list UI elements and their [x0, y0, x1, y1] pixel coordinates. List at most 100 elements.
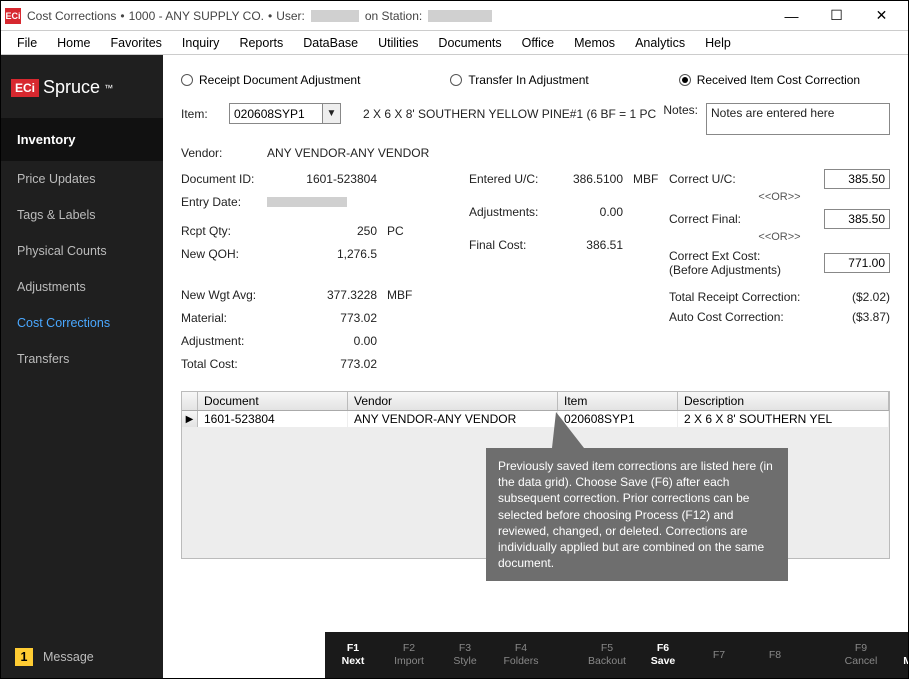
- fkey-f4-folders[interactable]: F4Folders: [493, 642, 549, 667]
- correct-ext-label: Correct Ext Cost: (Before Adjustments): [669, 249, 814, 277]
- entry-date-label: Entry Date:: [181, 195, 267, 209]
- sidebar-item-price-updates[interactable]: Price Updates: [1, 161, 163, 197]
- radio-label: Transfer In Adjustment: [468, 73, 588, 87]
- menu-inquiry[interactable]: Inquiry: [172, 33, 230, 53]
- correct-ext-input[interactable]: [824, 253, 890, 273]
- chevron-down-icon[interactable]: ▼: [322, 104, 340, 123]
- auto-cost-value: ($3.87): [852, 310, 890, 324]
- sidebar-item-tags-labels[interactable]: Tags & Labels: [1, 197, 163, 233]
- item-label: Item:: [181, 107, 221, 121]
- sidebar-item-transfers[interactable]: Transfers: [1, 341, 163, 377]
- menu-home[interactable]: Home: [47, 33, 100, 53]
- fkey-f6-save[interactable]: F6Save: [635, 642, 691, 667]
- radio-received-item-cost[interactable]: Received Item Cost Correction: [679, 73, 860, 87]
- correct-uc-input[interactable]: [824, 169, 890, 189]
- radio-receipt-doc-adj[interactable]: Receipt Document Adjustment: [181, 73, 360, 87]
- new-wgt-value: 377.3228: [267, 288, 377, 302]
- col-document[interactable]: Document: [198, 392, 348, 410]
- app-window: ECi Cost Corrections • 1000 - ANY SUPPLY…: [0, 0, 909, 679]
- menu-memos[interactable]: Memos: [564, 33, 625, 53]
- menu-help[interactable]: Help: [695, 33, 741, 53]
- menu-favorites[interactable]: Favorites: [101, 33, 172, 53]
- adjustments-value: 0.00: [559, 205, 623, 219]
- adjustment-type-radios: Receipt Document Adjustment Transfer In …: [163, 55, 908, 97]
- message-label: Message: [43, 650, 94, 664]
- title-seg-company: 1000 - ANY SUPPLY CO.: [129, 9, 264, 23]
- menu-documents[interactable]: Documents: [428, 33, 511, 53]
- sidebar-item-adjustments[interactable]: Adjustments: [1, 269, 163, 305]
- final-cost-label: Final Cost:: [469, 238, 559, 252]
- sidebar-item-cost-corrections[interactable]: Cost Corrections: [1, 305, 163, 341]
- table-row[interactable]: ▶ 1601-523804 ANY VENDOR-ANY VENDOR 0206…: [182, 411, 889, 427]
- cell-description: 2 X 6 X 8' SOUTHERN YEL: [678, 411, 889, 427]
- menu-utilities[interactable]: Utilities: [368, 33, 428, 53]
- cell-vendor: ANY VENDOR-ANY VENDOR: [348, 411, 558, 427]
- minimize-button[interactable]: —: [769, 2, 814, 30]
- notes-label: Notes:: [663, 103, 698, 117]
- redacted-station: [428, 10, 492, 22]
- fkey-f7[interactable]: F7: [691, 649, 747, 662]
- radio-icon: [181, 74, 193, 86]
- redacted-user: [311, 10, 359, 22]
- new-qoh-label: New QOH:: [181, 247, 267, 261]
- window-controls: — ☐ ✕: [769, 2, 904, 30]
- brand: ECi Spruce ™: [1, 55, 163, 118]
- entered-uc-label: Entered U/C:: [469, 172, 559, 186]
- radio-label: Receipt Document Adjustment: [199, 73, 360, 87]
- col-vendor[interactable]: Vendor: [348, 392, 558, 410]
- title-seg-user-label: User:: [276, 9, 305, 23]
- item-description: 2 X 6 X 8' SOUTHERN YELLOW PINE#1 (6 BF …: [363, 107, 656, 121]
- radio-icon: [679, 74, 691, 86]
- total-receipt-label: Total Receipt Correction:: [669, 290, 800, 304]
- titlebar: ECi Cost Corrections • 1000 - ANY SUPPLY…: [1, 1, 908, 31]
- material-value: 773.02: [267, 311, 377, 325]
- col-item[interactable]: Item: [558, 392, 678, 410]
- menu-analytics[interactable]: Analytics: [625, 33, 695, 53]
- window-title: Cost Corrections • 1000 - ANY SUPPLY CO.…: [27, 9, 769, 23]
- title-seg-app: Cost Corrections: [27, 9, 116, 23]
- new-wgt-label: New Wgt Avg:: [181, 288, 267, 302]
- message-badge: 1: [15, 648, 33, 666]
- total-cost-value: 773.02: [267, 357, 377, 371]
- brand-name: Spruce: [43, 77, 100, 98]
- fkey-f8[interactable]: F8: [747, 649, 803, 662]
- adjustment-value: 0.00: [267, 334, 377, 348]
- fkey-f9-cancel[interactable]: F9Cancel: [833, 642, 889, 667]
- adjustment-label: Adjustment:: [181, 334, 267, 348]
- correct-ext-sub: (Before Adjustments): [669, 263, 781, 277]
- close-button[interactable]: ✕: [859, 2, 904, 30]
- auto-cost-label: Auto Cost Correction:: [669, 310, 784, 324]
- col-description[interactable]: Description: [678, 392, 889, 410]
- radio-label: Received Item Cost Correction: [697, 73, 860, 87]
- item-combo[interactable]: ▼: [229, 103, 341, 124]
- fkey-f3-style[interactable]: F3Style: [437, 642, 493, 667]
- radio-transfer-in-adj[interactable]: Transfer In Adjustment: [450, 73, 588, 87]
- help-callout: Previously saved item corrections are li…: [486, 448, 788, 581]
- radio-icon: [450, 74, 462, 86]
- fkey-f5-backout[interactable]: F5Backout: [579, 642, 635, 667]
- fkey-f10-menu[interactable]: F10Menu: [889, 642, 909, 667]
- doc-id-value: 1601-523804: [267, 172, 377, 186]
- menu-database[interactable]: DataBase: [293, 33, 368, 53]
- correct-final-input[interactable]: [824, 209, 890, 229]
- fkey-bar: F1Next F2Import F3Style F4Folders F5Back…: [325, 632, 908, 678]
- sidebar-item-physical-counts[interactable]: Physical Counts: [1, 233, 163, 269]
- fkey-f1-next[interactable]: F1Next: [325, 642, 381, 667]
- redacted-entry-date: [267, 197, 347, 207]
- sidebar: ECi Spruce ™ Inventory Price Updates Tag…: [1, 55, 163, 678]
- rcpt-qty-label: Rcpt Qty:: [181, 224, 267, 238]
- menu-file[interactable]: File: [7, 33, 47, 53]
- rcpt-qty-unit: PC: [387, 224, 404, 238]
- notes-input[interactable]: Notes are entered here: [706, 103, 890, 135]
- title-bullet: •: [120, 9, 124, 23]
- maximize-button[interactable]: ☐: [814, 2, 859, 30]
- brand-tm: ™: [104, 83, 113, 93]
- correct-ext-label-text: Correct Ext Cost:: [669, 249, 760, 263]
- new-wgt-unit: MBF: [387, 288, 412, 302]
- menu-reports[interactable]: Reports: [229, 33, 293, 53]
- sidebar-footer[interactable]: 1 Message: [1, 636, 163, 678]
- total-cost-label: Total Cost:: [181, 357, 267, 371]
- menu-office[interactable]: Office: [512, 33, 564, 53]
- item-input[interactable]: [230, 104, 322, 123]
- fkey-f2-import[interactable]: F2Import: [381, 642, 437, 667]
